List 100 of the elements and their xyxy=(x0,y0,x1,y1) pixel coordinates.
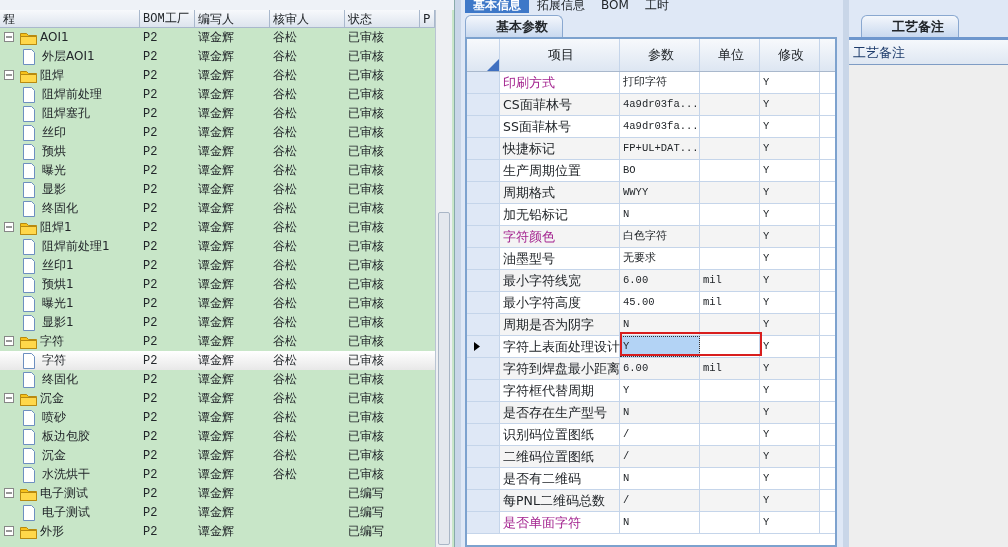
table-cell: 已审核 xyxy=(348,410,384,424)
tree-row[interactable]: 电子测试 P2 谭金辉 已编写 xyxy=(0,503,435,522)
table-cell: 白色字符 xyxy=(620,226,700,247)
table-cell: Y xyxy=(760,292,820,313)
table-cell: P2 xyxy=(143,88,158,102)
table-cell: 已审核 xyxy=(348,106,384,120)
table-cell: P2 xyxy=(143,525,158,539)
table-cell: FP+UL+DAT... xyxy=(620,138,700,159)
table-cell: 谭金辉 xyxy=(198,163,234,177)
tree-row[interactable]: 丝印1 P2 谭金辉 谷松 已审核 xyxy=(0,256,435,275)
table-cell: 已审核 xyxy=(348,372,384,386)
tree-row[interactable]: 曝光1 P2 谭金辉 谷松 已审核 xyxy=(0,294,435,313)
tree-row[interactable]: 预烘1 P2 谭金辉 谷松 已审核 xyxy=(0,275,435,294)
tree-row[interactable]: 喷砂 P2 谭金辉 谷松 已审核 xyxy=(0,408,435,427)
column-header[interactable]: 参数 xyxy=(620,39,700,71)
tab[interactable]: 工时 xyxy=(636,0,677,13)
tree-row[interactable]: 阻焊塞孔 P2 谭金辉 谷松 已审核 xyxy=(0,104,435,123)
tree-row[interactable]: 字符 P2 谭金辉 谷松 已审核 xyxy=(0,351,435,370)
tree-row[interactable]: 外形 P2 谭金辉 已编写 xyxy=(0,522,435,541)
table-cell: Y xyxy=(760,248,820,269)
collapse-icon[interactable] xyxy=(4,32,15,43)
table-cell: 是否存在生产型号 xyxy=(500,402,620,423)
collapse-icon[interactable] xyxy=(4,336,15,347)
table-cell: 4a9dr03fa... xyxy=(620,94,700,115)
table-cell: Y xyxy=(760,182,820,203)
tree-row[interactable]: 沉金 P2 谭金辉 谷松 已审核 xyxy=(0,446,435,465)
table-cell: P2 xyxy=(143,354,158,368)
tree-row[interactable]: 显影 P2 谭金辉 谷松 已审核 xyxy=(0,180,435,199)
tree-row[interactable]: 板边包胶 P2 谭金辉 谷松 已审核 xyxy=(0,427,435,446)
column-header[interactable]: 修改 xyxy=(760,39,820,71)
tree-row[interactable]: 曝光 P2 谭金辉 谷松 已审核 xyxy=(0,161,435,180)
table-cell: N xyxy=(620,468,700,489)
file-icon xyxy=(22,314,36,331)
column-header[interactable]: 状态 xyxy=(345,10,420,27)
tree-row[interactable]: 沉金 P2 谭金辉 谷松 已审核 xyxy=(0,389,435,408)
table-cell: P2 xyxy=(143,449,158,463)
table-cell: 字符颜色 xyxy=(500,226,620,247)
table-cell: 已编写 xyxy=(348,524,384,538)
table-cell: 已审核 xyxy=(348,448,384,462)
table-cell: 生产周期位置 xyxy=(500,160,620,181)
table-cell: 谷松 xyxy=(273,372,297,386)
tree-label: 水洗烘干 xyxy=(42,466,90,483)
column-header[interactable]: 编写人 xyxy=(195,10,270,27)
file-icon xyxy=(22,257,36,274)
tree-row[interactable]: 水洗烘干 P2 谭金辉 谷松 已审核 xyxy=(0,465,435,484)
collapse-icon[interactable] xyxy=(4,70,15,81)
scroll-thumb[interactable] xyxy=(438,212,450,545)
tree-row[interactable]: AOI1 P2 谭金辉 谷松 已审核 xyxy=(0,28,435,47)
tree-row[interactable]: 字符 P2 谭金辉 谷松 已审核 xyxy=(0,332,435,351)
collapse-icon[interactable] xyxy=(4,488,15,499)
sub-tab[interactable]: 基本参数 xyxy=(465,15,563,37)
tree-row[interactable]: 外层AOI1 P2 谭金辉 谷松 已审核 xyxy=(0,47,435,66)
table-cell: P2 xyxy=(143,31,158,45)
table-cell: P2 xyxy=(143,297,158,311)
table-cell: 谭金辉 xyxy=(198,429,234,443)
table-cell: mil xyxy=(700,358,760,379)
table-cell: 周期格式 xyxy=(500,182,620,203)
tree-label: 外形 xyxy=(40,523,64,540)
tree-label: 曝光 xyxy=(42,162,66,179)
row-header[interactable] xyxy=(467,336,500,357)
scrollbar[interactable] xyxy=(435,10,452,547)
column-header[interactable]: BOM工厂 xyxy=(140,10,195,27)
collapse-icon[interactable] xyxy=(4,526,15,537)
table-cell: 已审核 xyxy=(348,163,384,177)
table-cell: 周期是否为阴字 xyxy=(500,314,620,335)
table-cell: 已审核 xyxy=(348,429,384,443)
tree-row[interactable]: 显影1 P2 谭金辉 谷松 已审核 xyxy=(0,313,435,332)
tree-row[interactable]: 阻焊 P2 谭金辉 谷松 已审核 xyxy=(0,66,435,85)
tree-label: 预烘 xyxy=(42,143,66,160)
column-header[interactable]: 单位 xyxy=(700,39,760,71)
tree-label: 阻焊1 xyxy=(40,219,72,236)
tree-row[interactable]: 阻焊前处理1 P2 谭金辉 谷松 已审核 xyxy=(0,237,435,256)
column-header[interactable]: 程 xyxy=(0,10,140,27)
tree-row[interactable]: 电子测试 P2 谭金辉 已编写 xyxy=(0,484,435,503)
table-cell: 谷松 xyxy=(273,448,297,462)
table-cell: N xyxy=(620,512,700,533)
tree-row[interactable]: 阻焊前处理 P2 谭金辉 谷松 已审核 xyxy=(0,85,435,104)
tree-row[interactable]: 丝印 P2 谭金辉 谷松 已审核 xyxy=(0,123,435,142)
table-cell: P2 xyxy=(143,259,158,273)
table-cell: 已审核 xyxy=(348,68,384,82)
tree-row[interactable]: 阻焊1 P2 谭金辉 谷松 已审核 xyxy=(0,218,435,237)
table-cell: Y xyxy=(760,380,820,401)
table-cell: P2 xyxy=(143,50,158,64)
column-header[interactable]: 项目 xyxy=(500,39,620,71)
table-cell: 已审核 xyxy=(348,391,384,405)
file-icon xyxy=(22,143,36,160)
tab[interactable]: 拓展信息 xyxy=(529,0,593,13)
table-cell: P2 xyxy=(143,164,158,178)
table-cell: P2 xyxy=(143,278,158,292)
column-header[interactable]: 核审人 xyxy=(270,10,345,27)
tree-row[interactable]: 预烘 P2 谭金辉 谷松 已审核 xyxy=(0,142,435,161)
collapse-icon[interactable] xyxy=(4,393,15,404)
notes-tab[interactable]: 工艺备注 xyxy=(861,15,959,37)
collapse-icon[interactable] xyxy=(4,222,15,233)
tree-label: 终固化 xyxy=(42,200,78,217)
tab[interactable]: BOM xyxy=(593,0,637,13)
tree-row[interactable]: 终固化 P2 谭金辉 谷松 已审核 xyxy=(0,199,435,218)
table-cell: 4a9dr03fa... xyxy=(620,116,700,137)
tree-row[interactable]: 终固化 P2 谭金辉 谷松 已审核 xyxy=(0,370,435,389)
table-cell: P2 xyxy=(143,487,158,501)
